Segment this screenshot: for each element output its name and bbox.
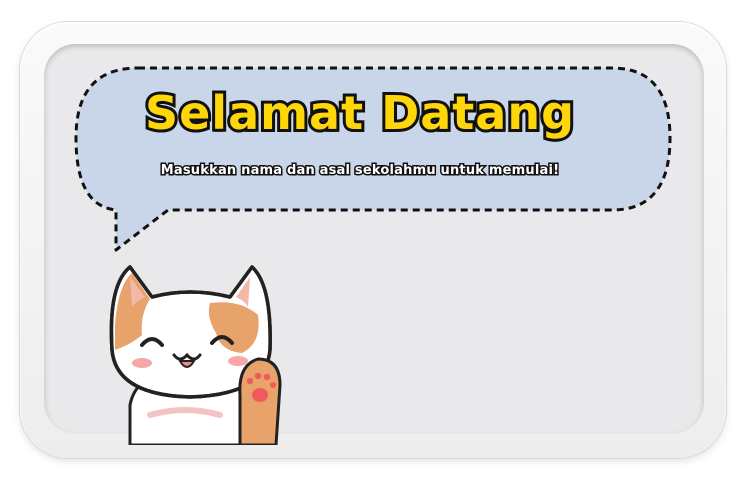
dialog-title: Selamat Datang [142,83,577,143]
dialog-subtitle: Masukkan nama dan asal sekolahmu untuk m… [159,162,560,180]
waving-cat-icon [109,265,282,445]
